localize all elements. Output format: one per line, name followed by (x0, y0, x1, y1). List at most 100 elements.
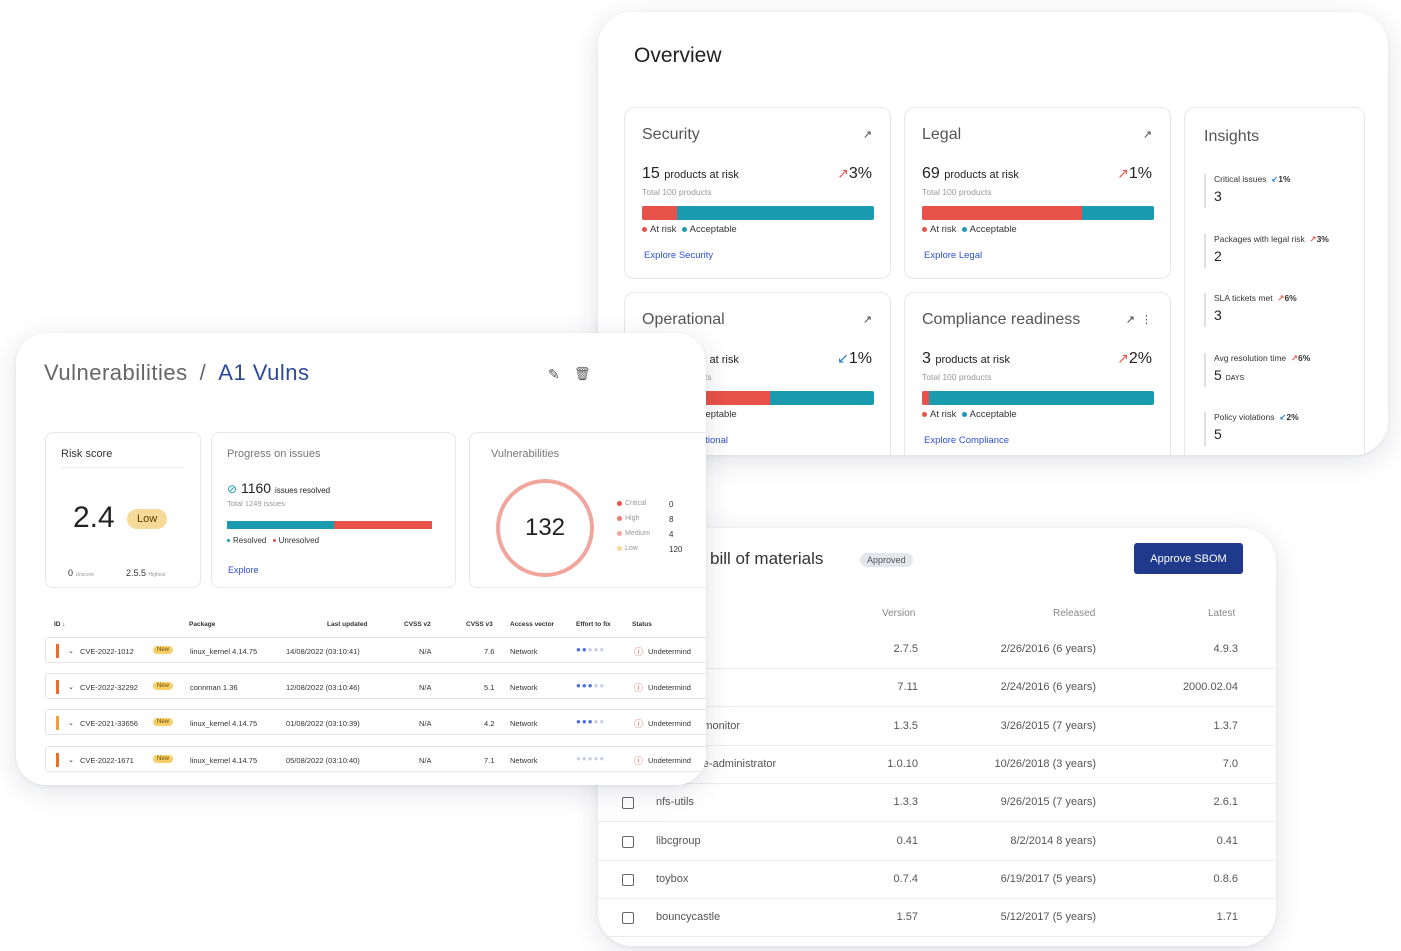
change-percent: ↙1% (837, 350, 872, 367)
breadcrumb: Vulnerabilities / A1 Vulns (44, 360, 310, 386)
row-checkbox[interactable] (622, 912, 634, 925)
risk-max-label: Highest (148, 572, 166, 578)
cvss-v2: N/A (419, 755, 432, 765)
col-last-updated[interactable]: Last updated (327, 621, 367, 628)
access-vector: Network (510, 683, 538, 693)
severity-low: Low 120 (617, 545, 687, 554)
package-released: 3/26/2015 (7 years) (1000, 719, 1096, 732)
table-row[interactable]: ⌄ CVE-2022-1671 New linux_kernel 4.14.75… (45, 745, 706, 772)
explore-progress-link[interactable]: Explore (228, 565, 259, 575)
package-name: libcgroup (656, 834, 701, 847)
col-status[interactable]: Status (632, 621, 652, 628)
package-version: 1.0.10 (887, 757, 918, 770)
package-released: 2/26/2016 (6 years) (1000, 643, 1096, 655)
chevron-down-icon[interactable]: ⌄ (68, 683, 74, 691)
col-released[interactable]: Released (1053, 608, 1095, 619)
package-released: 2/24/2016 (6 years) (1000, 681, 1096, 694)
cvss-v3: 4.2 (484, 719, 495, 729)
vulnerabilities-total: 132 (496, 479, 594, 577)
col-latest[interactable]: Latest (1208, 608, 1235, 619)
arrow-up-right-icon: ↗ (1309, 233, 1317, 244)
at-risk-count: 69 products at risk (922, 165, 1019, 182)
legend-resolved: Resolved (233, 536, 267, 545)
sbom-row[interactable]: bouncycastle 1.57 5/12/2017 (5 years) 1.… (598, 899, 1276, 938)
package-latest: 2.6.1 (1213, 796, 1238, 809)
trend-chart-icon[interactable]: ↗ (863, 313, 872, 326)
row-checkbox[interactable] (622, 797, 634, 810)
approve-sbom-button[interactable]: Approve SBOM (1134, 543, 1243, 574)
risk-bar (922, 206, 1154, 220)
table-row[interactable]: ⌄ CVE-2021-33656 New linux_kernel 4.14.7… (45, 709, 706, 736)
package-version: 7.11 (897, 681, 918, 694)
chevron-down-icon[interactable]: ⌄ (68, 647, 74, 655)
edit-icon[interactable]: ✎ (548, 366, 560, 383)
explore-link[interactable]: Explore Compliance (924, 435, 1009, 446)
alert-circle-icon: ⓘ (634, 755, 644, 766)
col-id[interactable]: ID ↓ (54, 621, 66, 628)
cve-id[interactable]: CVE-2021-33656 (80, 719, 138, 728)
access-vector: Network (510, 647, 538, 656)
insights-title: Insights (1204, 128, 1260, 145)
cve-id[interactable]: CVE-2022-32292 (80, 683, 138, 692)
package-version: 0.41 (896, 834, 918, 847)
row-checkbox[interactable] (622, 873, 634, 886)
cve-id[interactable]: CVE-2022-1012 (80, 647, 134, 656)
progress-total: Total 1249 issues (227, 499, 285, 508)
package: linux_kernel 4.14.75 (190, 647, 258, 656)
explore-link[interactable]: Explore Legal (924, 250, 982, 261)
explore-link[interactable]: Explore Security (644, 250, 713, 261)
insight-value: 3 (1214, 307, 1222, 323)
severity-indicator (56, 644, 59, 658)
new-badge: New (153, 754, 174, 763)
row-checkbox[interactable] (622, 835, 634, 848)
trash-icon[interactable]: 🗑 (574, 366, 591, 382)
sbom-row[interactable]: nfs-utils 1.3.3 9/26/2015 (7 years) 2.6.… (598, 784, 1276, 823)
col-package[interactable]: Package (189, 621, 215, 628)
cvss-v3: 7.1 (484, 755, 495, 765)
package-name: toybox (656, 872, 689, 885)
cve-id[interactable]: CVE-2022-1671 (80, 756, 134, 765)
col-access-vector[interactable]: Access vector (510, 621, 554, 628)
progress-card: Progress on issues ⊘ 1160 issues resolve… (211, 432, 456, 588)
vulnerabilities-summary-title: Vulnerabilities (491, 448, 560, 460)
package: linux_kernel 4.14.75 (190, 755, 258, 765)
status: Undetermind (648, 647, 691, 656)
status: Undetermind (648, 719, 691, 729)
table-row[interactable]: ⌄ CVE-2022-1012 New linux_kernel 4.14.75… (45, 637, 706, 663)
risk-bar (922, 391, 1154, 405)
col-cvss-v2[interactable]: CVSS v2 (404, 621, 431, 628)
sbom-row[interactable]: toybox 0.7.4 6/19/2017 (5 years) 0.8.6 (598, 861, 1276, 899)
sbom-title: bill of materials (710, 549, 824, 568)
insight-label: Avg resolution time (1214, 352, 1287, 363)
insight-item: Critical issues ↙1% 3 (1204, 174, 1354, 208)
risk-legend: At risk Acceptable (922, 409, 1017, 420)
trend-chart-icon[interactable]: ↗ ⋮ (1126, 313, 1152, 326)
insight-label: Policy violations (1214, 412, 1275, 422)
package-released: 6/19/2017 (5 years) (1000, 872, 1096, 885)
unresolved-dot-icon (272, 539, 276, 543)
check-circle-icon: ⊘ (227, 482, 238, 496)
table-row[interactable]: ⌄ CVE-2022-32292 New connman 1.36 12/08/… (45, 673, 706, 700)
approved-badge: Approved (860, 553, 913, 567)
alert-circle-icon: ⓘ (634, 647, 644, 657)
trend-chart-icon[interactable]: ↗ (1143, 128, 1152, 141)
col-cvss-v3[interactable]: CVSS v3 (466, 621, 493, 628)
trend-chart-icon[interactable]: ↗ (863, 128, 872, 141)
breadcrumb-root[interactable]: Vulnerabilities (44, 360, 188, 385)
col-version[interactable]: Version (882, 608, 915, 619)
insights-card: Insights Critical issues ↙1% 3 Packages … (1184, 107, 1365, 455)
metric-title: Operational (642, 311, 725, 328)
col-effort[interactable]: Effort to fix (576, 621, 611, 628)
access-vector: Network (510, 719, 538, 729)
package-latest: 0.8.6 (1213, 872, 1238, 885)
cvss-v3: 7.6 (484, 647, 495, 656)
insight-label: SLA tickets met (1214, 293, 1273, 303)
package-version: 1.3.5 (893, 719, 918, 732)
sbom-row[interactable]: libcgroup 0.41 8/2/2014 8 years) 0.41 (598, 823, 1276, 861)
cvss-v2: N/A (419, 683, 432, 693)
risk-level-badge: Low (127, 509, 168, 529)
severity-indicator (56, 680, 59, 695)
chevron-down-icon[interactable]: ⌄ (68, 756, 74, 764)
insight-label: Packages with legal risk (1214, 233, 1305, 244)
chevron-down-icon[interactable]: ⌄ (68, 719, 74, 727)
